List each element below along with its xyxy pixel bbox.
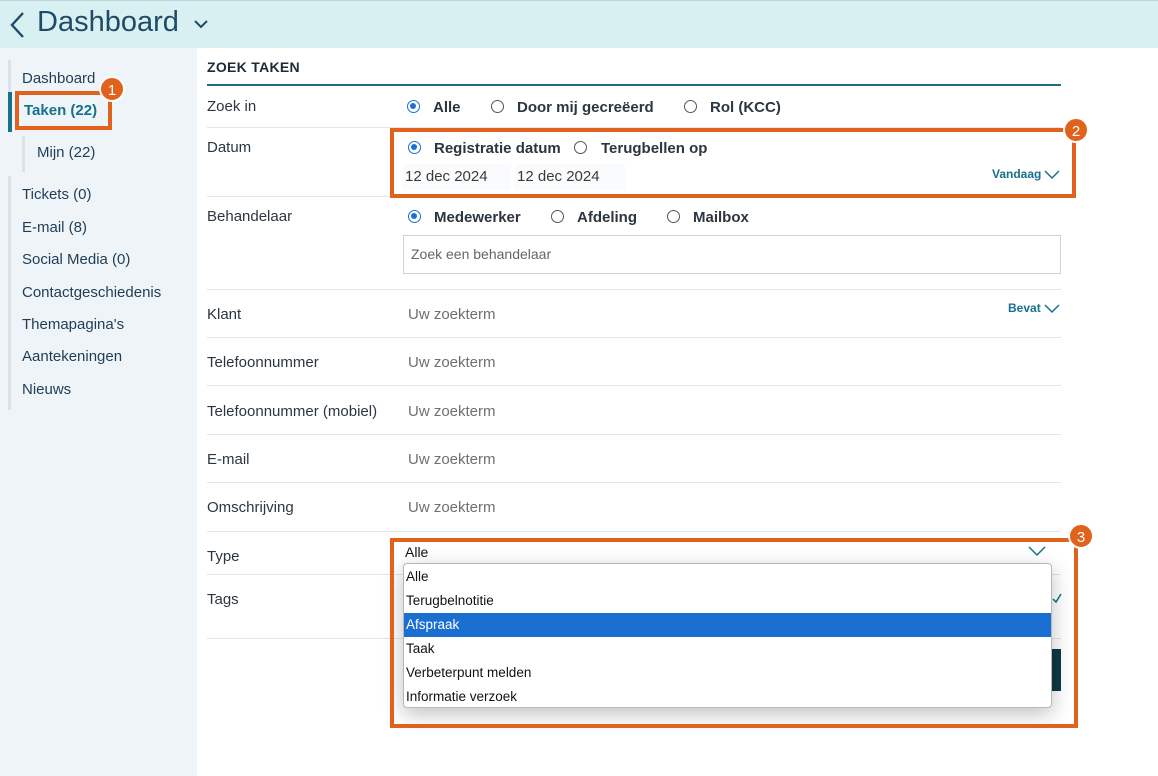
- zoek-in-label: Zoek in: [207, 98, 257, 115]
- row-divider: [207, 289, 1061, 290]
- radio-rol-kcc-label[interactable]: Rol (KCC): [710, 99, 781, 116]
- row-divider: [207, 385, 1061, 386]
- radio-mailbox[interactable]: [667, 210, 680, 223]
- chevron-down-icon[interactable]: [193, 18, 209, 30]
- sidebar-item-mijn[interactable]: Mijn (22): [37, 144, 95, 161]
- match-mode-dropdown[interactable]: Bevat: [1008, 301, 1041, 315]
- callout-badge-2: 2: [1063, 117, 1089, 143]
- telefoonnummer-label: Telefoonnummer: [207, 354, 319, 371]
- sub-nav-rail: [22, 136, 25, 172]
- sidebar: [0, 48, 197, 776]
- telefoonnummer-mobiel-label: Telefoonnummer (mobiel): [207, 403, 378, 420]
- active-indicator: [8, 92, 12, 132]
- callout-badge-3: 3: [1068, 523, 1094, 549]
- page-title: Dashboard: [37, 6, 179, 38]
- radio-medewerker[interactable]: [408, 210, 421, 223]
- top-bar: Dashboard: [0, 0, 1158, 48]
- klant-label: Klant: [207, 306, 242, 323]
- datum-label: Datum: [207, 139, 252, 156]
- sidebar-item-themapaginas[interactable]: Themapagina's: [22, 316, 124, 333]
- radio-door-mij-gecreeerd[interactable]: [491, 100, 504, 113]
- sidebar-item-email[interactable]: E-mail (8): [22, 219, 87, 236]
- chevron-left-icon[interactable]: [8, 10, 28, 40]
- callout-box-2: [390, 128, 1076, 198]
- email-input[interactable]: Uw zoekterm: [408, 451, 496, 468]
- callout-box-1: [15, 91, 112, 130]
- chevron-down-icon[interactable]: [1044, 304, 1060, 314]
- type-label: Type: [207, 548, 240, 565]
- radio-afdeling[interactable]: [551, 210, 564, 223]
- sidebar-item-aantekeningen[interactable]: Aantekeningen: [22, 348, 122, 365]
- sidebar-item-contactgeschiedenis[interactable]: Contactgeschiedenis: [22, 284, 161, 301]
- callout-badge-1: 1: [99, 76, 125, 102]
- section-divider: [207, 84, 1061, 86]
- radio-rol-kcc[interactable]: [684, 100, 697, 113]
- radio-door-mij-gecreeerd-label[interactable]: Door mij gecreëerd: [517, 99, 654, 116]
- sidebar-item-social-media[interactable]: Social Media (0): [22, 251, 130, 268]
- sidebar-item-tickets[interactable]: Tickets (0): [22, 186, 91, 203]
- row-divider: [207, 531, 1061, 532]
- email-label: E-mail: [207, 451, 250, 468]
- radio-mailbox-label[interactable]: Mailbox: [693, 209, 749, 226]
- klant-input[interactable]: Uw zoekterm: [408, 306, 496, 323]
- sidebar-item-dashboard[interactable]: Dashboard: [22, 70, 95, 87]
- section-title: ZOEK TAKEN: [207, 59, 300, 75]
- omschrijving-label: Omschrijving: [207, 499, 294, 516]
- telefoonnummer-input[interactable]: Uw zoekterm: [408, 354, 496, 371]
- behandelaar-search-input[interactable]: Zoek een behandelaar: [403, 235, 1061, 274]
- radio-afdeling-label[interactable]: Afdeling: [577, 209, 637, 226]
- callout-box-3: [390, 538, 1078, 728]
- radio-alle-label[interactable]: Alle: [433, 99, 461, 116]
- radio-medewerker-label[interactable]: Medewerker: [434, 209, 521, 226]
- behandelaar-label: Behandelaar: [207, 208, 293, 225]
- omschrijving-input[interactable]: Uw zoekterm: [408, 499, 496, 516]
- telefoonnummer-mobiel-input[interactable]: Uw zoekterm: [408, 403, 496, 420]
- radio-alle[interactable]: [407, 100, 420, 113]
- row-divider: [207, 434, 1061, 435]
- row-divider: [207, 337, 1061, 338]
- nav-rail: [8, 176, 11, 410]
- sidebar-item-nieuws[interactable]: Nieuws: [22, 381, 71, 398]
- tags-label: Tags: [207, 591, 239, 608]
- row-divider: [207, 482, 1061, 483]
